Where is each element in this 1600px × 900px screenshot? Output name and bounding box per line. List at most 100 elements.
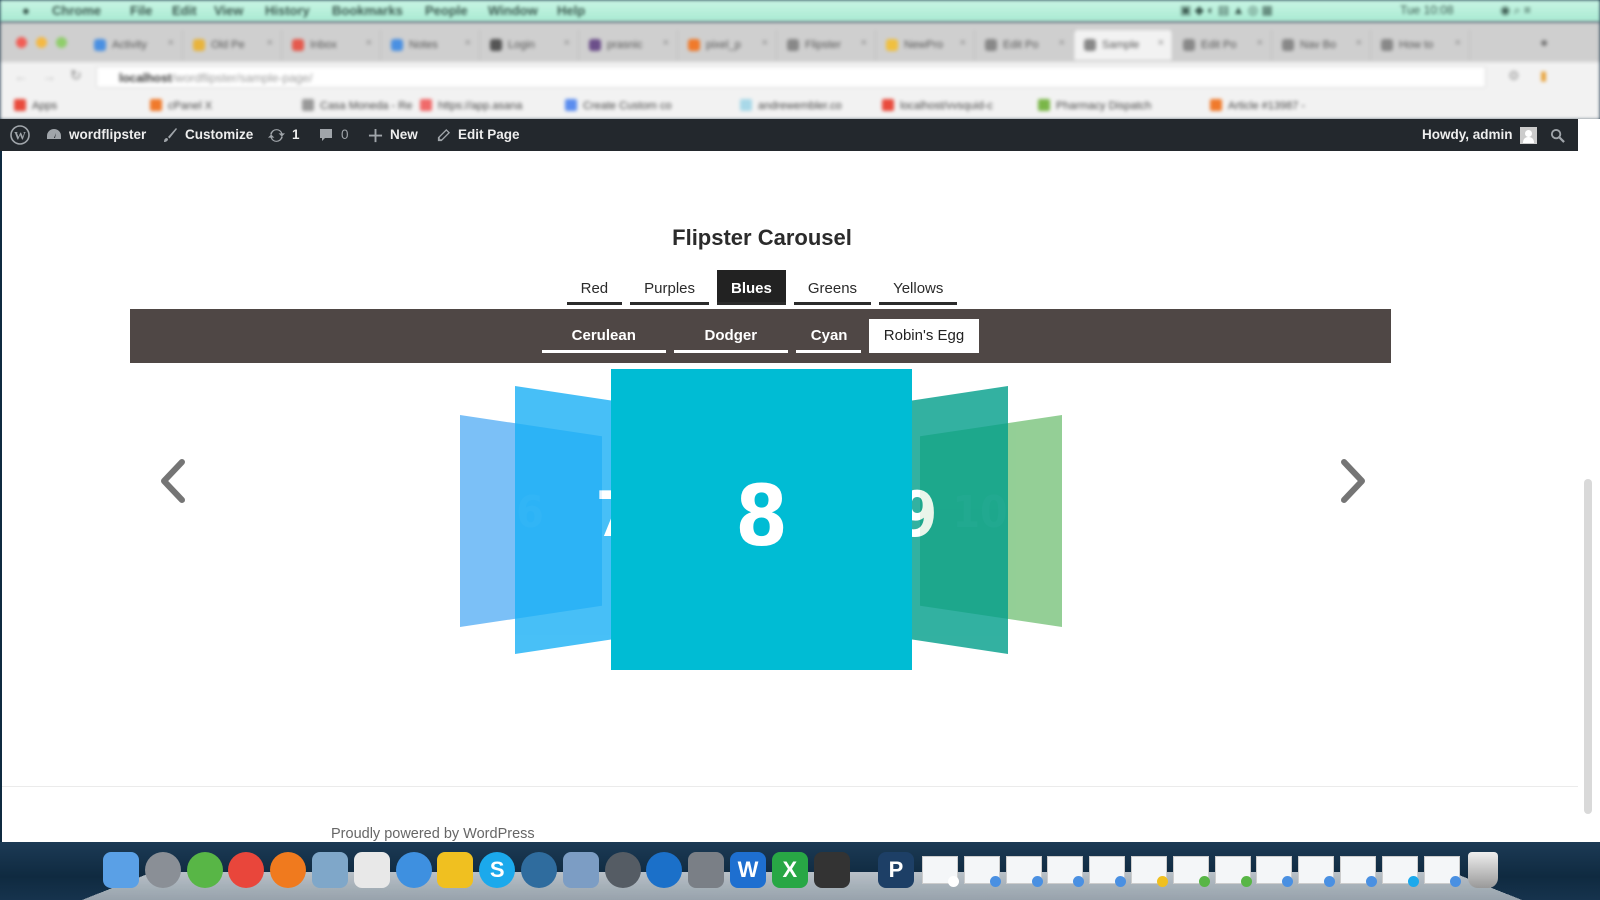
dock-app-icon[interactable] (103, 852, 139, 888)
url-input[interactable]: localhost/wordflipster/sample-page/ (96, 66, 1486, 88)
tab-close-icon[interactable]: × (168, 37, 174, 49)
status-icons[interactable]: ▣ ◆ ◐ ▤ ▲ ◎ ▦ (1180, 3, 1273, 17)
dock-app-icon[interactable] (437, 852, 474, 888)
tab-close-icon[interactable]: × (564, 37, 570, 49)
menu-people[interactable]: People (425, 3, 468, 18)
tab-close-icon[interactable]: × (861, 37, 867, 49)
browser-tab[interactable]: Edit Po × (1173, 30, 1272, 60)
dock-minimized-window[interactable] (1047, 856, 1085, 887)
my-account-menu[interactable]: Howdy, admin (1422, 119, 1537, 151)
tab-close-icon[interactable]: × (960, 37, 966, 49)
dock-app-icon[interactable] (353, 852, 390, 888)
scrollbar-thumb[interactable] (1584, 479, 1592, 814)
dock-app-icon[interactable] (144, 852, 181, 888)
page-scrollbar[interactable] (1578, 119, 1600, 842)
extension-icon[interactable]: ▮ (1540, 68, 1547, 84)
browser-tab[interactable]: Edit Po × (975, 30, 1074, 60)
browser-tab[interactable]: Inbox × (282, 30, 381, 60)
carousel-card-8-current[interactable]: 8 (611, 369, 912, 670)
updates-link[interactable]: 1 (268, 119, 300, 151)
dock-app-icon[interactable]: P (878, 852, 914, 888)
dock-app-icon[interactable] (521, 852, 557, 888)
back-icon[interactable]: ← (14, 68, 28, 84)
carousel-next-button[interactable] (1332, 456, 1372, 506)
dock-minimized-window[interactable] (1256, 856, 1294, 887)
dock-app-icon[interactable]: W (730, 852, 766, 888)
tab-close-icon[interactable]: × (366, 37, 372, 49)
dock-minimized-window[interactable] (1005, 856, 1043, 887)
site-name-link[interactable]: wordflipster (46, 119, 146, 151)
zoom-window-button[interactable] (56, 37, 67, 48)
dock-app-icon[interactable]: S (479, 852, 516, 888)
bookmark-item[interactable]: Casa Moneda - Re (302, 99, 412, 112)
close-window-button[interactable] (16, 37, 27, 48)
menubar-clock[interactable]: Tue 10:08 (1400, 3, 1454, 17)
menu-app-name[interactable]: Chrome (52, 3, 101, 18)
browser-tab[interactable]: How to × (1371, 30, 1470, 60)
dock-app-icon[interactable] (312, 852, 348, 888)
new-content-link[interactable]: New (368, 119, 418, 151)
bookmark-item[interactable]: Apps (14, 99, 57, 112)
browser-tab[interactable]: Old Pe × (183, 30, 282, 60)
menu-view[interactable]: View (214, 3, 243, 18)
dock-app-icon[interactable] (186, 852, 223, 888)
tab-close-icon[interactable]: × (1455, 37, 1461, 49)
browser-tab[interactable]: Flipster × (777, 30, 876, 60)
wp-logo-button[interactable]: W (10, 119, 30, 151)
menu-bookmarks[interactable]: Bookmarks (332, 3, 403, 18)
admin-search-button[interactable] (1550, 119, 1565, 151)
tab-close-icon[interactable]: × (267, 37, 273, 49)
tab-close-icon[interactable]: × (762, 37, 768, 49)
menu-file[interactable]: File (130, 3, 152, 18)
dock-minimized-window[interactable] (1298, 856, 1336, 887)
menu-help[interactable]: Help (557, 3, 585, 18)
carousel-prev-button[interactable] (154, 456, 194, 506)
dock-minimized-window[interactable] (1423, 856, 1461, 887)
minimize-window-button[interactable] (36, 37, 47, 48)
browser-tab[interactable]: Activity × (84, 30, 183, 60)
dock-minimized-window[interactable] (1381, 856, 1419, 887)
browser-tab[interactable]: NewPro × (876, 30, 975, 60)
dock-app-icon[interactable] (813, 852, 850, 888)
dock-app-icon[interactable] (270, 852, 307, 888)
tab-close-icon[interactable]: × (663, 37, 669, 49)
tab-close-icon[interactable]: × (465, 37, 471, 49)
tab-close-icon[interactable]: × (1356, 37, 1362, 49)
customize-link[interactable]: Customize (162, 119, 253, 151)
dock-minimized-window[interactable] (963, 856, 1001, 887)
dock-minimized-window[interactable] (1214, 856, 1252, 887)
footer-credit-link[interactable]: Proudly powered by WordPress (331, 826, 535, 842)
bookmark-item[interactable]: andrewembler.co (740, 99, 842, 112)
bookmark-item[interactable]: https://app.asana (420, 99, 522, 112)
menubar-right-icons[interactable]: ◉ ⌕ ≡ (1500, 3, 1531, 18)
dock-minimized-window[interactable] (1172, 856, 1210, 887)
menu-history[interactable]: History (265, 3, 310, 18)
extension-icon[interactable]: ⚙ (1508, 68, 1520, 84)
forward-icon[interactable]: → (42, 68, 56, 84)
dock-app-icon[interactable] (688, 852, 725, 888)
comments-link[interactable]: 0 (318, 119, 349, 151)
edit-page-link[interactable]: Edit Page (436, 119, 520, 151)
tab-close-icon[interactable]: × (1257, 37, 1263, 49)
menu-window[interactable]: Window (488, 3, 538, 18)
dock-minimized-window[interactable] (1131, 856, 1168, 887)
browser-tab[interactable]: Login × (480, 30, 579, 60)
dock-app-icon[interactable] (604, 852, 641, 888)
reload-icon[interactable]: ↻ (70, 67, 82, 84)
apple-menu-icon[interactable]: ● (22, 3, 30, 18)
profile-icon[interactable]: ● (1540, 34, 1548, 50)
browser-tab[interactable]: Nav Bo × (1272, 30, 1371, 60)
browser-tab[interactable]: prasnic × (579, 30, 678, 60)
browser-tab[interactable]: Notes × (381, 30, 480, 60)
dock-minimized-window[interactable] (1089, 856, 1127, 887)
dock-app-icon[interactable] (395, 852, 432, 888)
bookmark-item[interactable]: cPanel X (150, 99, 212, 112)
bookmark-item[interactable]: Create Custom co (565, 99, 672, 112)
dock-minimized-window[interactable] (1340, 856, 1377, 887)
bookmark-item[interactable]: localhost/vvsquid-c (882, 99, 993, 112)
dock-minimized-window[interactable] (922, 856, 959, 887)
browser-tab[interactable]: Sample × (1074, 30, 1173, 60)
trash-icon[interactable] (1468, 852, 1498, 888)
tab-close-icon[interactable]: × (1158, 37, 1164, 49)
bookmark-item[interactable]: Article #13987 - (1210, 99, 1305, 112)
